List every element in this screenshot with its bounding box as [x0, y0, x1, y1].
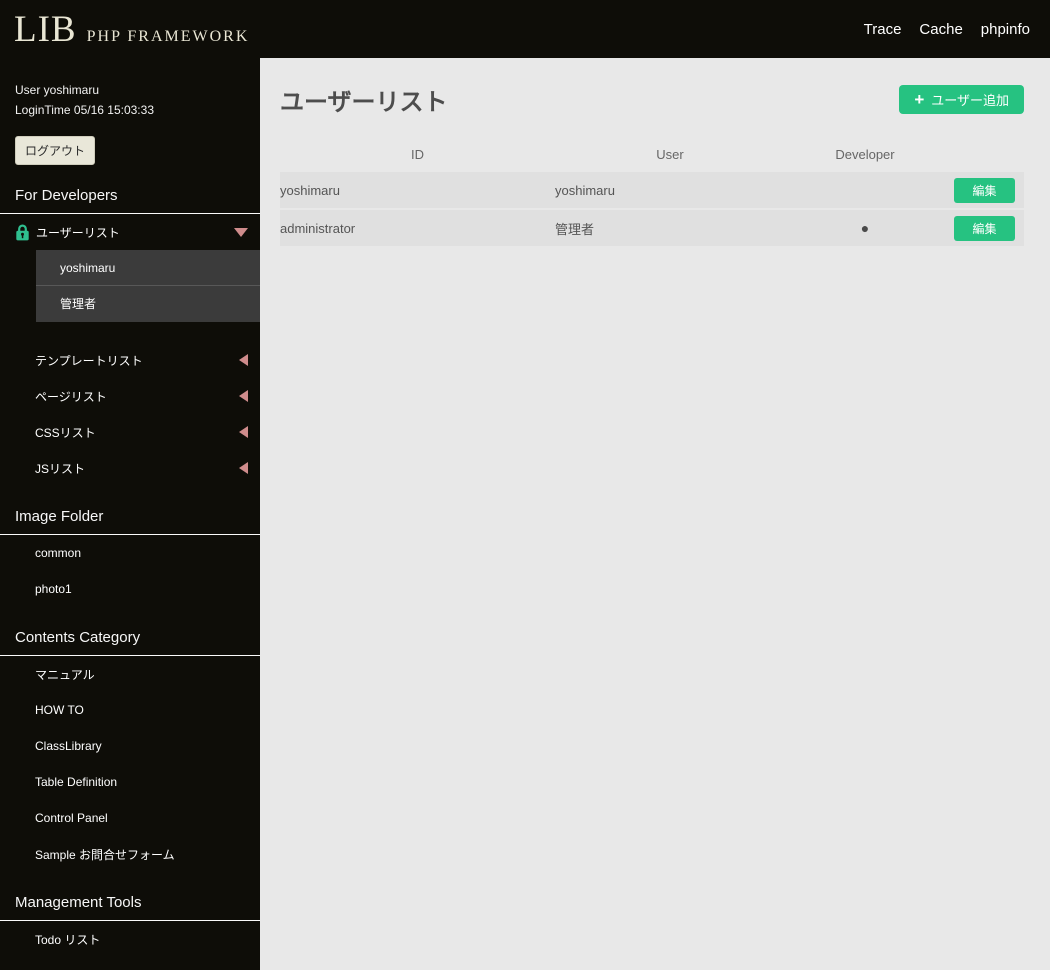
cell-actions: 編集 [945, 172, 1024, 208]
top-bar: LIB PHP FRAMEWORK Trace Cache phpinfo [0, 0, 1050, 58]
sidebar-item-manual[interactable]: マニュアル [0, 656, 260, 692]
sidebar-item-label: ページリスト [35, 389, 107, 404]
sidebar-subitem-admin[interactable]: 管理者 [36, 286, 260, 322]
sidebar-item-label: common [35, 546, 82, 560]
cell-actions: 編集 [945, 210, 1024, 246]
section-title-image-folder: Image Folder [0, 508, 260, 535]
sidebar-item-label: CSSリスト [35, 425, 96, 440]
logo-secondary-text: PHP FRAMEWORK [86, 27, 250, 45]
sidebar-item-label: ユーザーリスト [36, 225, 120, 240]
add-user-button[interactable]: + ユーザー追加 [899, 85, 1024, 114]
sidebar-item-page-list[interactable]: ページリスト [0, 378, 260, 414]
sidebar-item-classlibrary[interactable]: ClassLibrary [0, 728, 260, 764]
cell-user: yoshimaru [555, 172, 785, 208]
sidebar-subitem-yoshimaru[interactable]: yoshimaru [36, 250, 260, 286]
cell-user: 管理者 [555, 210, 785, 246]
sidebar-item-user-list[interactable]: ユーザーリスト [0, 214, 260, 250]
sidebar-item-todo-list[interactable]: Todo リスト [0, 921, 260, 957]
table-header-row: ID User Developer [280, 137, 1024, 170]
login-time-text: LoginTime 05/16 15:03:33 [15, 103, 154, 117]
sidebar-item-photo1[interactable]: photo1 [0, 571, 260, 607]
sidebar-item-how-to[interactable]: HOW TO [0, 692, 260, 728]
sidebar-item-js-list[interactable]: JSリスト [0, 450, 260, 486]
plus-icon: + [914, 90, 925, 109]
add-user-button-label: ユーザー追加 [931, 93, 1009, 108]
sidebar-item-template-list[interactable]: テンプレートリスト [0, 342, 260, 378]
caret-left-icon [239, 426, 248, 438]
sidebar: User yoshimaru LoginTime 05/16 15:03:33 … [0, 58, 260, 970]
table-row: administrator 管理者 ● 編集 [280, 210, 1024, 246]
caret-left-icon [239, 462, 248, 474]
sidebar-item-common[interactable]: common [0, 535, 260, 571]
developer-dot: ● [860, 220, 870, 236]
top-nav: Trace Cache phpinfo [864, 21, 1030, 38]
user-name-text: User yoshimaru [15, 83, 100, 97]
main-content: ユーザーリスト + ユーザー追加 ID User Developer yoshi… [260, 58, 1050, 970]
cell-id: administrator [280, 210, 555, 246]
user-info: User yoshimaru LoginTime 05/16 15:03:33 [0, 80, 260, 120]
sidebar-item-label: photo1 [35, 582, 72, 596]
sidebar-item-label: HOW TO [35, 703, 84, 717]
col-header-id: ID [411, 147, 424, 162]
table-row: yoshimaru yoshimaru 編集 [280, 172, 1024, 208]
cell-developer: ● [785, 210, 945, 246]
page-header: ユーザーリスト + ユーザー追加 [280, 82, 1024, 117]
page-layout: User yoshimaru LoginTime 05/16 15:03:33 … [0, 58, 1050, 970]
col-header-user: User [656, 147, 684, 162]
nav-link-phpinfo[interactable]: phpinfo [981, 21, 1030, 38]
edit-button[interactable]: 編集 [954, 177, 1015, 203]
sidebar-item-release-note[interactable]: Release Note [0, 957, 260, 970]
section-title-for-developers: For Developers [0, 187, 260, 214]
col-header-actions [945, 137, 1024, 170]
lock-icon [16, 224, 29, 240]
nav-link-cache[interactable]: Cache [919, 21, 962, 38]
sidebar-item-label: マニュアル [35, 667, 95, 682]
cell-id: yoshimaru [280, 172, 555, 208]
caret-left-icon [239, 390, 248, 402]
section-title-management-tools: Management Tools [0, 894, 260, 921]
col-header-developer: Developer [835, 147, 895, 162]
section-title-contents-category: Contents Category [0, 629, 260, 656]
sidebar-item-label: Sample お問合せフォーム [35, 847, 175, 862]
nav-link-trace[interactable]: Trace [864, 21, 902, 38]
logo-primary-text: LIB [14, 8, 77, 50]
sidebar-item-label: テンプレートリスト [35, 353, 143, 368]
sidebar-item-sample-contact-form[interactable]: Sample お問合せフォーム [0, 836, 260, 872]
cell-developer [785, 172, 945, 208]
logout-button[interactable]: ログアウト [15, 136, 96, 165]
user-list-submenu: yoshimaru 管理者 [36, 250, 260, 322]
page-title: ユーザーリスト [280, 89, 448, 116]
sidebar-item-table-definition[interactable]: Table Definition [0, 764, 260, 800]
caret-down-icon [234, 227, 248, 237]
sidebar-item-label: Todo リスト [35, 932, 101, 947]
edit-button[interactable]: 編集 [954, 215, 1015, 241]
sidebar-item-label: JSリスト [35, 461, 86, 476]
sidebar-item-control-panel[interactable]: Control Panel [0, 800, 260, 836]
sidebar-item-css-list[interactable]: CSSリスト [0, 414, 260, 450]
sidebar-item-label: Control Panel [35, 811, 108, 825]
user-table: ID User Developer yoshimaru yoshimaru 編集 [280, 135, 1024, 248]
sidebar-item-label: ClassLibrary [35, 739, 102, 753]
logo[interactable]: LIB PHP FRAMEWORK [14, 11, 249, 48]
caret-left-icon [239, 354, 248, 366]
sidebar-item-label: Table Definition [35, 775, 118, 789]
